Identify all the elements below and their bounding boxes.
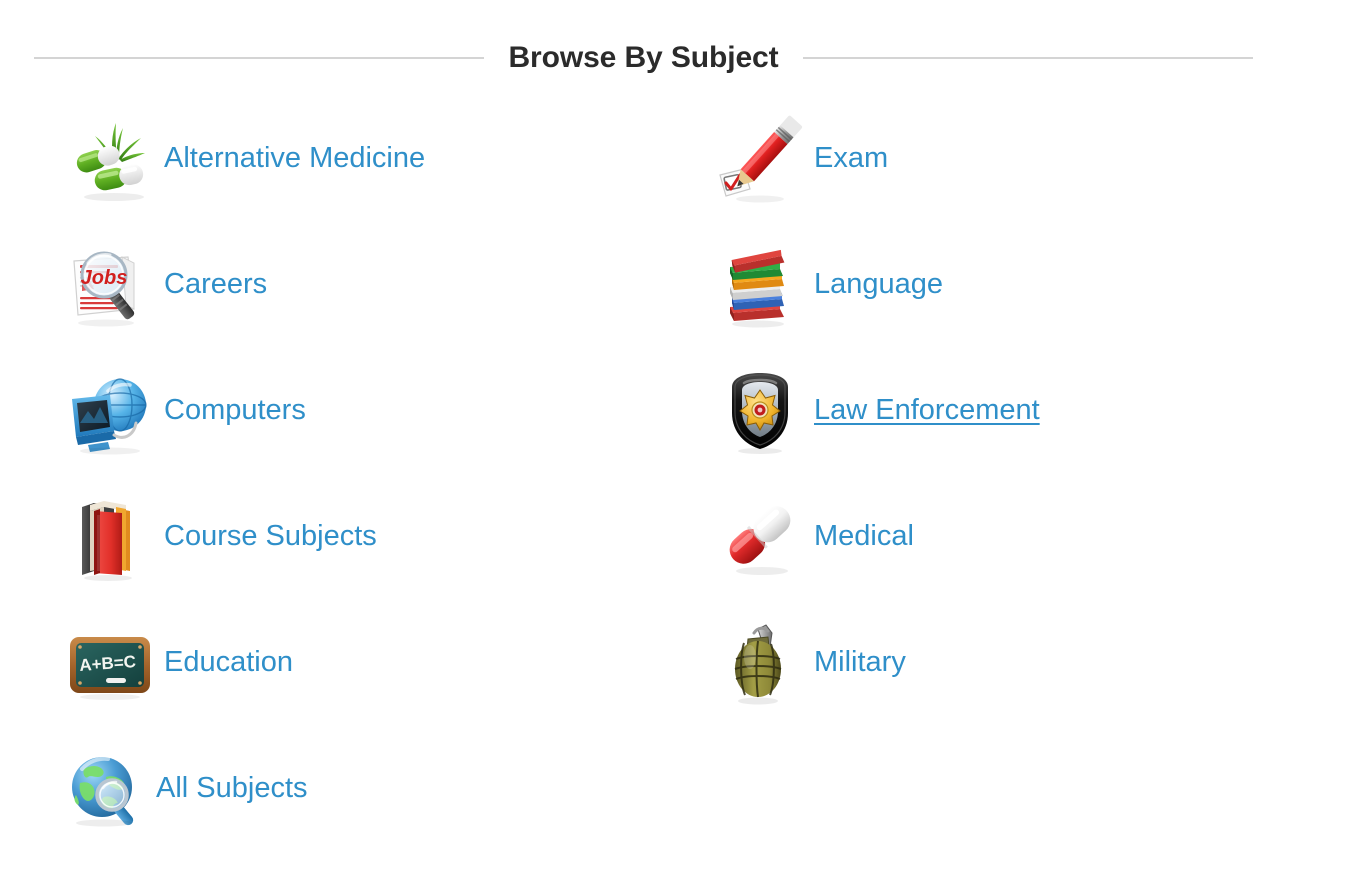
subject-row: Jobs Careers Language: [0, 222, 1346, 348]
subject-link-label[interactable]: Language: [814, 268, 943, 301]
police-shield-badge-icon: [714, 365, 806, 457]
subject-item-all-subjects[interactable]: All Subjects: [0, 726, 640, 852]
section-header: Browse By Subject: [34, 34, 1254, 82]
subject-item-medical[interactable]: Medical: [644, 474, 1294, 600]
education-icon-equation: A+B=C: [79, 652, 137, 675]
subject-item-course-subjects[interactable]: Course Subjects: [0, 474, 644, 600]
subject-link-label[interactable]: Military: [814, 646, 906, 679]
subject-row: Computers Law Enforcement: [0, 348, 1346, 474]
subject-item-exam[interactable]: Exam: [644, 96, 1294, 222]
subject-link-label[interactable]: Alternative Medicine: [164, 142, 425, 175]
subject-row: Course Subjects Medical: [0, 474, 1346, 600]
chalkboard-icon: A+B=C: [64, 617, 156, 709]
subject-link-label[interactable]: Course Subjects: [164, 520, 377, 553]
header-rule-right: [802, 57, 1254, 59]
careers-icon-word: Jobs: [81, 267, 128, 289]
page-title: Browse By Subject: [508, 41, 779, 74]
subject-item-law-enforcement[interactable]: Law Enforcement: [644, 348, 1294, 474]
subject-link-label[interactable]: Education: [164, 646, 293, 679]
subject-item-careers[interactable]: Jobs Careers: [0, 222, 644, 348]
browse-by-subject-page: Browse By Subject Alternative Medicine E…: [0, 0, 1346, 872]
subject-item-military[interactable]: Military: [644, 600, 1294, 726]
subject-link-label[interactable]: All Subjects: [156, 772, 308, 805]
grenade-icon: [714, 617, 806, 709]
subject-link-label[interactable]: Law Enforcement: [814, 394, 1040, 427]
subject-link-label[interactable]: Careers: [164, 268, 267, 301]
red-white-capsule-icon: [714, 491, 806, 583]
subject-row: A+B=C Education Military: [0, 600, 1346, 726]
subject-item-alternative-medicine[interactable]: Alternative Medicine: [0, 96, 644, 222]
subject-item-language[interactable]: Language: [644, 222, 1294, 348]
subject-link-label[interactable]: Exam: [814, 142, 888, 175]
subject-row: Alternative Medicine Exam: [0, 96, 1346, 222]
subject-item-computers[interactable]: Computers: [0, 348, 644, 474]
header-rule-left: [34, 57, 485, 59]
green-capsules-herb-icon: [64, 113, 156, 205]
red-pencil-checkbox-icon: [714, 113, 806, 205]
newspaper-magnifier-jobs-icon: Jobs: [64, 239, 156, 331]
subject-link-label[interactable]: Computers: [164, 394, 306, 427]
globe-magnifier-icon: [60, 743, 152, 835]
red-books-icon: [64, 491, 156, 583]
monitor-globe-icon: [64, 365, 156, 457]
subject-row: All Subjects: [0, 726, 1346, 852]
subject-grid: Alternative Medicine Exam Jobs Careers L…: [0, 96, 1346, 852]
book-stack-icon: [714, 239, 806, 331]
subject-link-label[interactable]: Medical: [814, 520, 914, 553]
subject-item-education[interactable]: A+B=C Education: [0, 600, 644, 726]
